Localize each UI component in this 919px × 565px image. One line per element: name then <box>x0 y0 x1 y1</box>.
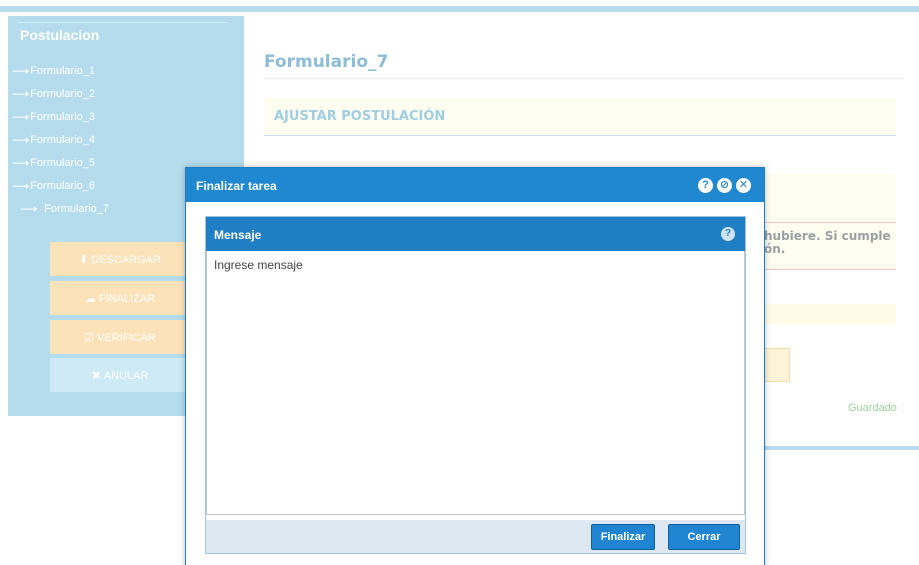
finalizar-button[interactable]: Finalizar <box>591 524 655 550</box>
warning-line-1: hubiere. Si cumple <box>764 229 891 243</box>
warning-box: hubiere. Si cumple ón. <box>744 174 896 270</box>
message-panel-title: Mensaje <box>214 228 262 242</box>
warning-text: hubiere. Si cumple ón. <box>764 230 891 256</box>
arrow-right-icon: ⟶ <box>12 109 29 124</box>
anular-label: ANULAR <box>103 369 149 382</box>
nav-item-formulario-7[interactable]: ⟶ Formulario_7 <box>12 197 109 220</box>
block-icon[interactable]: ⊘ <box>717 178 732 193</box>
arrow-right-icon: ⟶ <box>12 63 29 78</box>
cloud-upload-icon: ☁ <box>84 292 96 305</box>
arrow-right-icon: ⟶ <box>12 178 29 193</box>
cerrar-button[interactable]: Cerrar <box>668 524 740 550</box>
verificar-label: VERIFICAR <box>97 331 156 344</box>
info-strip <box>754 304 896 324</box>
dialog-title: Finalizar tarea <box>196 179 277 193</box>
nav-item-formulario-4[interactable]: ⟶ Formulario_4 <box>12 128 109 151</box>
nav-item-label: Formulario_7 <box>44 202 110 215</box>
anular-button[interactable]: ✖ ANULAR <box>50 358 190 392</box>
title-divider <box>264 78 904 79</box>
close-icon[interactable]: ✕ <box>736 178 751 193</box>
close-x-icon: ✖ <box>91 369 101 382</box>
checkbox-icon: ☑ <box>84 331 95 344</box>
arrow-right-icon: ⟶ <box>12 132 29 147</box>
descargar-label: DESCARGAR <box>91 253 161 266</box>
dialog-footer: Finalizar Cerrar <box>206 520 745 553</box>
finalizar-label: FINALIZAR <box>98 292 156 305</box>
nav-item-formulario-3[interactable]: ⟶ Formulario_3 <box>12 105 109 128</box>
warning-divider <box>744 222 896 223</box>
nav-item-label: Formulario_3 <box>30 110 96 123</box>
nav-item-formulario-2[interactable]: ⟶ Formulario_2 <box>12 82 109 105</box>
page-title: Formulario_7 <box>264 52 389 72</box>
nav-item-formulario-6[interactable]: ⟶ Formulario_6 <box>12 174 109 197</box>
download-icon: ⬇ <box>79 253 89 266</box>
arrow-right-icon: ⟶ <box>12 155 29 170</box>
finalizar-tarea-dialog: Finalizar tarea ? ⊘ ✕ Mensaje ? Finaliza… <box>185 167 765 565</box>
arrow-right-icon: ⟶ <box>12 86 29 101</box>
nav-item-label: Formulario_5 <box>30 156 96 169</box>
nav-item-label: Formulario_4 <box>30 133 96 146</box>
help-icon[interactable]: ? <box>698 178 713 193</box>
sidebar-title: Postulacion <box>18 22 228 44</box>
nav-item-label: Formulario_1 <box>30 64 96 77</box>
message-panel-header: Mensaje ? <box>206 217 745 251</box>
nav-item-label: Formulario_6 <box>30 179 96 192</box>
verificar-button[interactable]: ☑ VERIFICAR <box>50 320 190 354</box>
help-icon[interactable]: ? <box>721 227 735 241</box>
message-textarea[interactable] <box>206 251 745 515</box>
form-nav-list: ⟶ Formulario_1 ⟶ Formulario_2 ⟶ Formular… <box>12 59 109 220</box>
nav-item-formulario-1[interactable]: ⟶ Formulario_1 <box>12 59 109 82</box>
descargar-button[interactable]: ⬇ DESCARGAR <box>50 242 190 276</box>
message-panel: Mensaje ? Finalizar Cerrar <box>205 216 746 554</box>
arrow-right-icon: ⟶ <box>20 201 37 216</box>
warning-line-2: ón. <box>764 242 786 256</box>
section-title: AJUSTAR POSTULACIÓN <box>274 109 446 124</box>
section-header: AJUSTAR POSTULACIÓN <box>264 98 896 136</box>
finalizar-side-button[interactable]: ☁ FINALIZAR <box>50 281 190 315</box>
dialog-header[interactable]: Finalizar tarea ? ⊘ ✕ <box>186 168 764 202</box>
nav-item-label: Formulario_2 <box>30 87 96 100</box>
saved-status: Guardado <box>848 402 897 414</box>
nav-item-formulario-5[interactable]: ⟶ Formulario_5 <box>12 151 109 174</box>
